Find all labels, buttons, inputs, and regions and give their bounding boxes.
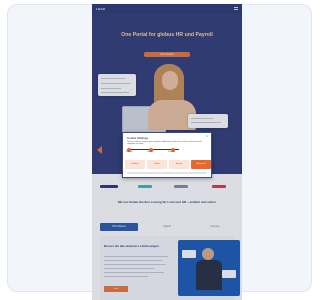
modal-footer-line	[127, 172, 207, 174]
consent-slider-knob[interactable]	[127, 147, 131, 152]
consent-slider-knob[interactable]	[171, 147, 175, 152]
accept-all-button[interactable]: Accept all	[191, 160, 211, 169]
cookie-modal: Cookie Settings × We use cookies to impr…	[122, 132, 212, 178]
slider-label: Marketing	[168, 152, 175, 153]
slider-label: Statistics	[147, 152, 154, 153]
settings-button[interactable]: Settings	[125, 160, 145, 169]
accept-button[interactable]: Accept	[169, 160, 189, 169]
page-screenshot: LOGO One Portal for globus HR und Payrol…	[92, 4, 242, 300]
slider-label: Essential	[126, 152, 133, 153]
modal-title: Cookie Settings	[127, 136, 149, 140]
modal-text: We use cookies to improve your experienc…	[127, 141, 202, 146]
reject-button[interactable]: Reject	[147, 160, 167, 169]
close-icon[interactable]: ×	[206, 135, 208, 138]
consent-slider-knob[interactable]	[149, 147, 153, 152]
